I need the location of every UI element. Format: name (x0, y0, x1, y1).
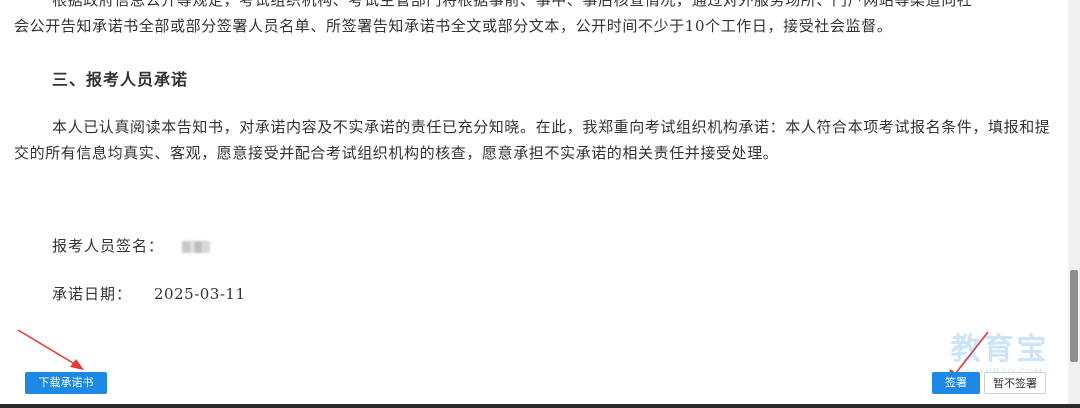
annotation-arrows (17, 329, 989, 383)
window-bottom-border (0, 404, 1080, 408)
sign-button[interactable]: 签署 (932, 372, 980, 394)
arrow-to-download-icon (17, 329, 84, 370)
not-sign-now-button[interactable]: 暂不签署 (984, 372, 1046, 394)
watermark-main: 教育宝 (950, 332, 1050, 367)
download-commitment-button[interactable]: 下载承诺书 (25, 372, 107, 394)
